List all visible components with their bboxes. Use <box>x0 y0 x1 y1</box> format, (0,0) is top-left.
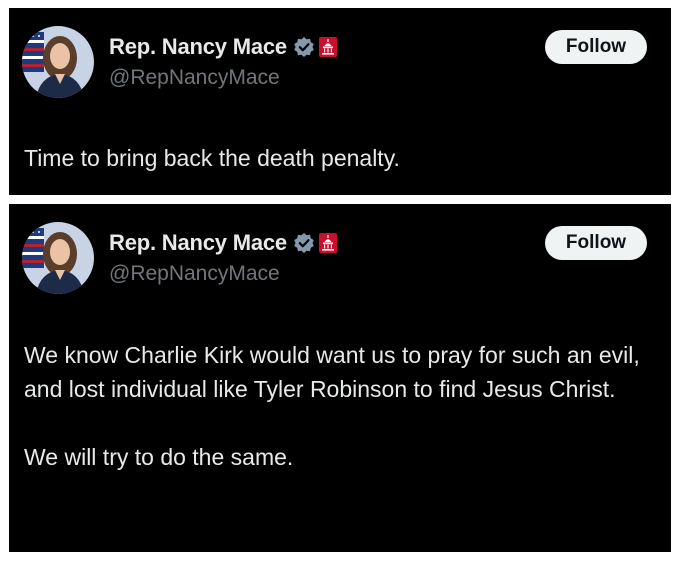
capitol-affiliation-icon[interactable] <box>318 37 337 57</box>
tweet-text: Time to bring back the death penalty. <box>24 141 651 175</box>
avatar[interactable] <box>22 222 94 294</box>
capitol-affiliation-icon[interactable] <box>318 233 337 253</box>
name-row: Rep. Nancy Mace <box>109 228 337 258</box>
user-handle[interactable]: @RepNancyMace <box>109 262 280 286</box>
tweet-card: Rep. Nancy Mace @RepNancyMace Follow Tim… <box>9 8 671 195</box>
tweet-card: Rep. Nancy Mace @RepNancyMace Follow We … <box>9 204 671 552</box>
display-name[interactable]: Rep. Nancy Mace <box>109 34 287 60</box>
verified-badge-icon[interactable] <box>293 36 315 58</box>
tweet-text: We know Charlie Kirk would want us to pr… <box>24 338 651 474</box>
display-name[interactable]: Rep. Nancy Mace <box>109 230 287 256</box>
tweet-paragraph: We know Charlie Kirk would want us to pr… <box>24 342 640 402</box>
tweet-paragraph: We will try to do the same. <box>24 444 294 470</box>
verified-badge-icon[interactable] <box>293 232 315 254</box>
follow-button[interactable]: Follow <box>545 30 647 64</box>
avatar-image <box>22 26 94 98</box>
avatar-image <box>22 222 94 294</box>
tweet-paragraph: Time to bring back the death penalty. <box>24 145 400 171</box>
follow-button[interactable]: Follow <box>545 226 647 260</box>
user-handle[interactable]: @RepNancyMace <box>109 66 280 90</box>
avatar[interactable] <box>22 26 94 98</box>
name-row: Rep. Nancy Mace <box>109 32 337 62</box>
